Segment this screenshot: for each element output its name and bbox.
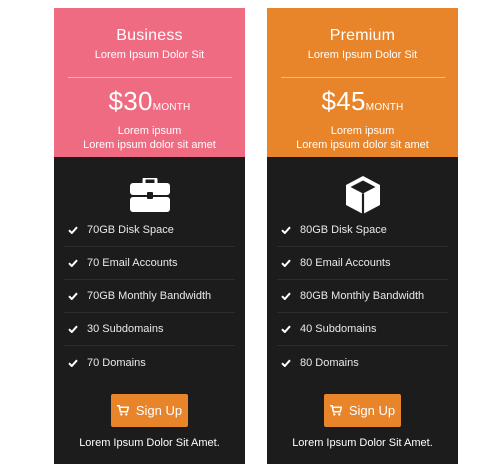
feature-label: 70 Email Accounts <box>87 257 178 269</box>
plan-name: Business <box>116 27 183 44</box>
card-body: 70GB Disk Space 70 Email Accounts 70GB M… <box>54 157 245 464</box>
check-icon <box>68 258 82 268</box>
check-icon <box>281 291 295 301</box>
check-icon <box>68 291 82 301</box>
card-body: 80GB Disk Space 80 Email Accounts 80GB M… <box>267 157 458 464</box>
sign-up-button[interactable]: Sign Up <box>111 394 188 427</box>
check-icon <box>68 324 82 334</box>
feature-label: 80 Domains <box>300 356 359 369</box>
plan-price: $45MONTH <box>267 87 458 122</box>
feature-label: 80 Email Accounts <box>300 257 391 269</box>
pricing-table: Business Lorem Ipsum Dolor Sit $30MONTH … <box>0 0 500 472</box>
feature-label: 30 Subdomains <box>87 323 164 335</box>
feature-label: 40 Subdomains <box>300 323 377 335</box>
price-amount: $30 <box>108 86 153 116</box>
price-period: MONTH <box>365 102 404 113</box>
check-icon <box>281 324 295 334</box>
card-header: Premium Lorem Ipsum Dolor Sit $45MONTH L… <box>267 8 458 157</box>
plan-tagline: Lorem Ipsum Dolor Sit <box>94 49 205 61</box>
plan-desc-line2: Lorem ipsum dolor sit amet <box>83 139 216 151</box>
feature-list: 70GB Disk Space 70 Email Accounts 70GB M… <box>64 214 235 379</box>
check-icon <box>281 258 295 268</box>
plan-desc-line2: Lorem ipsum dolor sit amet <box>296 139 429 151</box>
pricing-card-business: Business Lorem Ipsum Dolor Sit $30MONTH … <box>54 8 245 464</box>
briefcase-icon <box>129 176 170 217</box>
card-footnote: Lorem Ipsum Dolor Sit Amet. <box>79 437 220 449</box>
feature-item: 80GB Disk Space <box>277 214 448 247</box>
price-period: MONTH <box>152 102 191 113</box>
sign-up-button[interactable]: Sign Up <box>324 394 401 427</box>
check-icon <box>281 225 295 235</box>
plan-desc-line1: Lorem ipsum <box>117 125 182 137</box>
plan-price: $30MONTH <box>54 87 245 122</box>
feature-item: 70GB Disk Space <box>64 214 235 247</box>
feature-label: 70GB Monthly Bandwidth <box>87 290 212 302</box>
price-amount: $45 <box>321 86 366 116</box>
check-icon <box>281 358 295 368</box>
cart-icon <box>329 405 342 416</box>
feature-item: 80 Domains <box>277 346 448 379</box>
feature-item: 70 Domains <box>64 346 235 379</box>
feature-list: 80GB Disk Space 80 Email Accounts 80GB M… <box>277 214 448 379</box>
cart-icon <box>116 405 129 416</box>
plan-name: Premium <box>329 27 396 44</box>
feature-label: 80GB Monthly Bandwidth <box>300 290 425 302</box>
plan-tagline: Lorem Ipsum Dolor Sit <box>307 49 418 61</box>
card-header: Business Lorem Ipsum Dolor Sit $30MONTH … <box>54 8 245 157</box>
header-divider <box>280 77 445 78</box>
feature-item: 70 Email Accounts <box>64 247 235 280</box>
check-icon <box>68 358 82 368</box>
plan-desc-line1: Lorem ipsum <box>330 125 395 137</box>
feature-label: 70GB Disk Space <box>87 224 174 236</box>
check-icon <box>68 225 82 235</box>
pricing-card-premium: Premium Lorem Ipsum Dolor Sit $45MONTH L… <box>267 8 458 464</box>
feature-item: 40 Subdomains <box>277 313 448 346</box>
feature-item: 70GB Monthly Bandwidth <box>64 280 235 313</box>
feature-label: 70 Domains <box>87 356 146 369</box>
feature-item: 80 Email Accounts <box>277 247 448 280</box>
feature-item: 80GB Monthly Bandwidth <box>277 280 448 313</box>
sign-up-label: Sign Up <box>135 403 183 418</box>
card-footnote: Lorem Ipsum Dolor Sit Amet. <box>292 437 433 449</box>
feature-label: 80GB Disk Space <box>300 224 387 236</box>
feature-item: 30 Subdomains <box>64 313 235 346</box>
header-divider <box>67 77 232 78</box>
sign-up-label: Sign Up <box>348 403 396 418</box>
